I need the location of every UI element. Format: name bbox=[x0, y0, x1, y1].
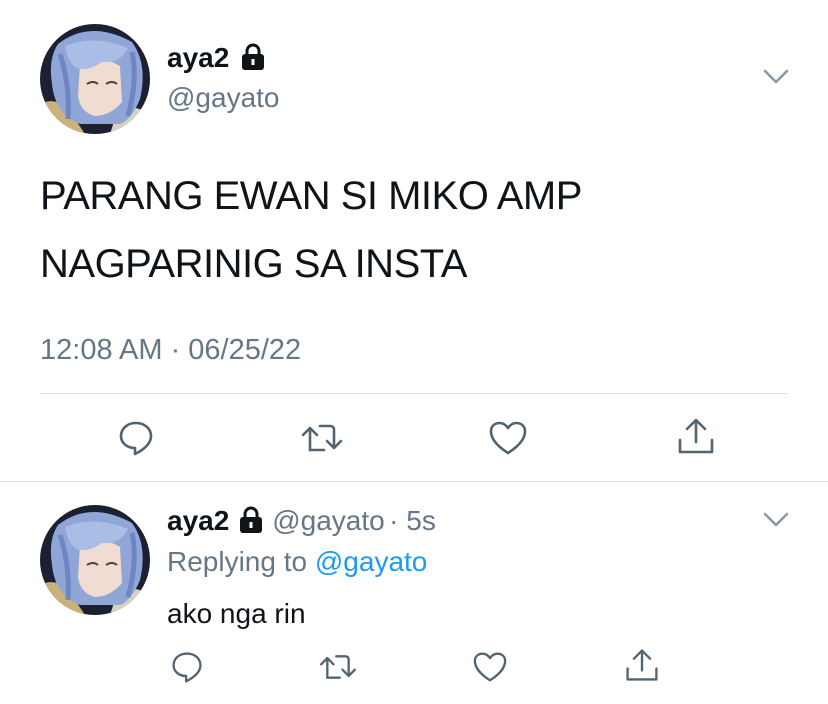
tweet-options-button[interactable] bbox=[762, 511, 790, 534]
reply-button[interactable] bbox=[114, 418, 158, 458]
reply-icon bbox=[172, 652, 202, 683]
tweet-text: PARANG EWAN SI MIKO AMP NAGPARINIG SA IN… bbox=[40, 162, 800, 298]
display-name[interactable]: aya2 bbox=[167, 42, 229, 73]
lock-icon bbox=[240, 43, 266, 76]
author-handle[interactable]: @gayato bbox=[167, 82, 280, 114]
avatar-image bbox=[40, 24, 150, 134]
replying-to-link[interactable]: @gayato bbox=[315, 546, 428, 577]
chevron-down-icon bbox=[763, 512, 789, 527]
replying-to: Replying to @gayato bbox=[167, 546, 427, 578]
display-name[interactable]: aya2 bbox=[167, 505, 229, 536]
reply-icon bbox=[119, 421, 153, 456]
retweet-icon bbox=[301, 424, 343, 452]
replying-to-label: Replying to bbox=[167, 546, 308, 577]
like-button[interactable] bbox=[486, 418, 530, 458]
avatar[interactable] bbox=[40, 505, 150, 615]
share-icon bbox=[626, 649, 658, 681]
retweet-icon bbox=[319, 655, 357, 679]
section-divider bbox=[0, 481, 828, 482]
author-name-row: aya2 bbox=[167, 42, 266, 76]
avatar-image bbox=[40, 505, 150, 615]
tweet-options-button[interactable] bbox=[762, 68, 790, 91]
share-icon bbox=[678, 418, 714, 454]
reply-text: ako nga rin bbox=[167, 598, 306, 629]
share-button[interactable] bbox=[622, 644, 662, 686]
avatar[interactable] bbox=[40, 24, 150, 134]
tweet-text-line: NAGPARINIG SA INSTA bbox=[40, 242, 467, 286]
reply-header: aya2 @gayato · 5s bbox=[167, 505, 436, 539]
lock-icon bbox=[238, 506, 264, 539]
like-icon bbox=[473, 652, 507, 682]
like-icon bbox=[489, 421, 527, 455]
tweet-text-line: PARANG EWAN SI MIKO AMP bbox=[40, 174, 582, 218]
reply-button[interactable] bbox=[167, 648, 207, 686]
tweet-age: · 5s bbox=[389, 505, 436, 536]
share-button[interactable] bbox=[674, 414, 718, 458]
chevron-down-icon bbox=[763, 69, 789, 84]
author-handle[interactable]: @gayato bbox=[272, 505, 385, 536]
retweet-button[interactable] bbox=[316, 648, 360, 686]
retweet-button[interactable] bbox=[298, 418, 346, 458]
tweet-timestamp[interactable]: 12:08 AM · 06/25/22 bbox=[40, 334, 301, 367]
like-button[interactable] bbox=[470, 648, 510, 686]
divider bbox=[40, 393, 788, 394]
